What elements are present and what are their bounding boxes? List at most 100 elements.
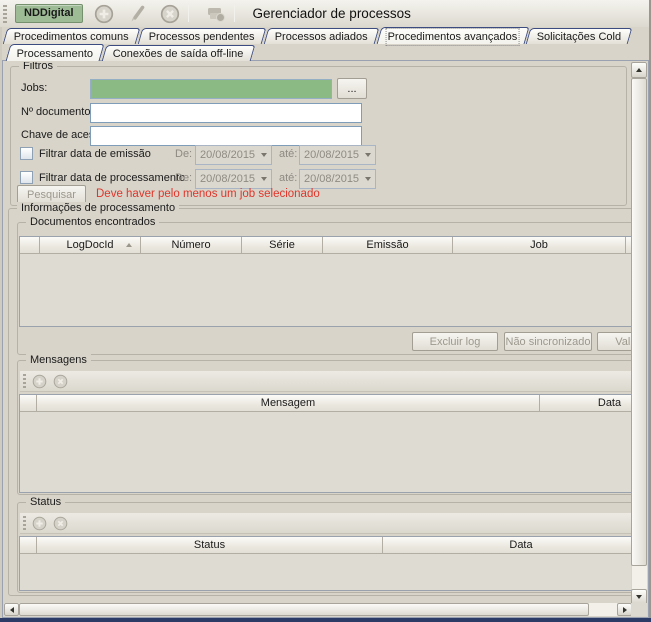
delete-log-button[interactable]: Excluir log: [412, 332, 498, 351]
documents-groupbox: Documentos encontrados LogDocId Número S…: [17, 222, 632, 355]
column-header-logdocid[interactable]: LogDocId: [40, 237, 141, 254]
column-header-data[interactable]: Data: [383, 537, 632, 554]
arrow-right-icon: [623, 607, 627, 613]
access-key-input[interactable]: [90, 126, 362, 146]
messages-groupbox: Mensagens: [17, 360, 632, 495]
tab-processamento[interactable]: Processamento: [6, 44, 105, 61]
messages-grid-header: Mensagem Data: [20, 395, 632, 412]
main-toolbar: NDDigital: [0, 0, 651, 27]
window-bottom-edge: [0, 618, 651, 622]
add-button[interactable]: [92, 2, 116, 26]
messages-grid-body: [20, 412, 632, 493]
filters-groupbox: Filtros Jobs: ... Nº documento: Chave de…: [10, 66, 627, 206]
sub-tabstrip: Processamento Conexões de saída off-line: [8, 44, 255, 61]
from-label: De:: [175, 172, 192, 184]
column-header-data[interactable]: Data: [540, 395, 632, 412]
page-title: Gerenciador de processos: [253, 6, 411, 21]
scroll-left-button[interactable]: [4, 603, 19, 616]
printer-icon: [204, 3, 228, 25]
to-label: até:: [279, 172, 297, 184]
emission-date-checkbox[interactable]: [20, 147, 33, 160]
content-panel: Filtros Jobs: ... Nº documento: Chave de…: [2, 60, 649, 618]
add-icon: [32, 374, 47, 389]
document-number-label: Nº documento:: [21, 106, 94, 118]
cancel-icon: [159, 3, 181, 25]
from-label: De:: [175, 148, 192, 160]
arrow-left-icon: [10, 607, 14, 613]
column-header-status[interactable]: Status: [37, 537, 383, 554]
emission-from-combo[interactable]: 20/08/2015: [195, 145, 272, 165]
status-remove-button[interactable]: [53, 516, 68, 531]
main-tabstrip: Procedimentos comuns Processos pendentes…: [5, 27, 633, 44]
status-grid-body: [20, 554, 632, 591]
row-selector-header: [20, 395, 37, 412]
toolbar-grip[interactable]: [23, 374, 26, 388]
status-groupbox: Status: [17, 502, 632, 593]
vertical-scrollbar[interactable]: [631, 62, 647, 605]
pencil-icon: [126, 3, 148, 25]
remove-icon: [53, 516, 68, 531]
toolbar-separator: [234, 5, 235, 22]
emission-date-label: Filtrar data de emissão: [39, 148, 151, 160]
messages-toolbar: [20, 371, 632, 392]
column-header-emissao[interactable]: Emissão: [323, 237, 453, 254]
toolbar-separator: [188, 5, 189, 22]
processing-info-groupbox: Informações de processamento Documentos …: [8, 208, 632, 596]
jobs-input[interactable]: [90, 79, 332, 99]
tab-conexoes-saida-offline[interactable]: Conexões de saída off-line: [102, 45, 255, 61]
validation-message: Deve haver pelo menos um job selecionado: [96, 188, 320, 200]
status-add-button[interactable]: [32, 516, 47, 531]
add-icon: [32, 516, 47, 531]
messages-remove-button[interactable]: [53, 374, 68, 389]
column-header-mensagem[interactable]: Mensagem: [37, 395, 540, 412]
processing-date-label: Filtrar data de processamento: [39, 172, 185, 184]
cancel-button[interactable]: [158, 2, 182, 26]
processing-date-checkbox[interactable]: [20, 171, 33, 184]
emission-to-combo[interactable]: 20/08/2015: [299, 145, 376, 165]
messages-add-button[interactable]: [32, 374, 47, 389]
documents-legend: Documentos encontrados: [26, 216, 159, 228]
documents-grid-body: [20, 254, 632, 327]
messages-grid: Mensagem Data: [19, 394, 632, 493]
not-synchronized-button[interactable]: Não sincronizado: [504, 332, 592, 351]
messages-legend: Mensagens: [26, 354, 91, 366]
tab-procedimentos-avancados[interactable]: Procedimentos avançados: [376, 27, 529, 44]
edit-button[interactable]: [125, 2, 149, 26]
column-header-numero[interactable]: Número: [141, 237, 242, 254]
sort-ascending-icon: [126, 243, 132, 247]
column-header-job[interactable]: Job: [453, 237, 626, 254]
horizontal-scrollbar[interactable]: [4, 603, 632, 616]
chevron-down-icon: [257, 177, 271, 181]
tab-solicitacoes-cold[interactable]: Solicitações Cold: [526, 28, 633, 44]
validate-button[interactable]: Validar: [597, 332, 632, 351]
scroll-right-button[interactable]: [617, 603, 632, 616]
chevron-down-icon: [361, 177, 375, 181]
filters-legend: Filtros: [19, 62, 57, 72]
document-number-input[interactable]: [90, 103, 362, 123]
tab-processos-adiados[interactable]: Processos adiados: [263, 28, 379, 44]
remove-icon: [53, 374, 68, 389]
column-header-serie[interactable]: Série: [242, 237, 323, 254]
processing-from-combo[interactable]: 20/08/2015: [195, 169, 272, 189]
tab-processos-pendentes[interactable]: Processos pendentes: [138, 28, 266, 44]
brand-button[interactable]: NDDigital: [15, 4, 83, 23]
jobs-label: Jobs:: [21, 82, 47, 94]
status-grid-header: Status Data: [20, 537, 632, 554]
processing-to-combo[interactable]: 20/08/2015: [299, 169, 376, 189]
tab-procedimentos-comuns[interactable]: Procedimentos comuns: [3, 28, 141, 44]
scroll-up-button[interactable]: [631, 62, 647, 78]
jobs-browse-button[interactable]: ...: [337, 78, 367, 99]
chevron-down-icon: [257, 153, 271, 157]
toolbar-grip[interactable]: [3, 5, 7, 23]
status-grid: Status Data: [19, 536, 632, 591]
status-toolbar: [20, 513, 632, 534]
horizontal-scroll-thumb[interactable]: [19, 603, 589, 616]
toolbar-grip[interactable]: [23, 516, 26, 530]
scrollbar-corner: [631, 603, 647, 616]
print-button[interactable]: [204, 2, 228, 26]
status-legend: Status: [26, 496, 65, 508]
arrow-down-icon: [636, 595, 642, 599]
vertical-scroll-thumb[interactable]: [631, 78, 647, 566]
documents-grid-header: LogDocId Número Série Emissão Job Sin: [20, 237, 632, 254]
to-label: até:: [279, 148, 297, 160]
